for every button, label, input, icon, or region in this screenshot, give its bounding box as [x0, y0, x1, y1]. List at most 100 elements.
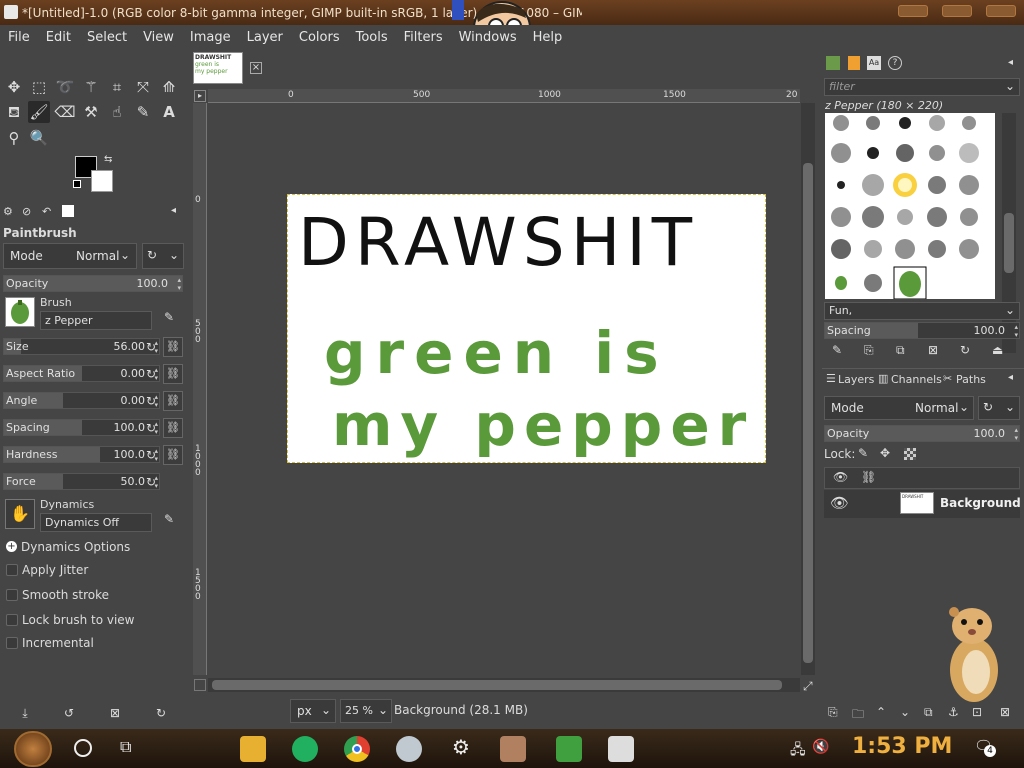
delete-options-icon[interactable]: ⊠ [106, 704, 124, 722]
duplicate-brush-icon[interactable]: ⧉ [896, 343, 905, 358]
tab-layers[interactable]: Layers [838, 373, 874, 386]
reset-size-icon[interactable]: ↻ [142, 338, 160, 356]
mode-combo[interactable]: Mode Normal ⌄ [3, 243, 137, 269]
spacing-slider[interactable]: Spacing 100.0 ▴ ▾ [3, 419, 160, 436]
duplicate-layer-icon[interactable]: ⧉ [924, 705, 933, 720]
layers-menu-icon[interactable]: ◂ [1008, 372, 1013, 383]
brush-name-field[interactable]: z Pepper [40, 311, 152, 330]
reset-angle-icon[interactable]: ↻ [142, 392, 160, 410]
notifications-icon[interactable]: 🗨 4 [974, 737, 996, 757]
device-status-tab-icon[interactable]: ⊘ [22, 205, 31, 218]
new-layer-group-icon[interactable]: 🗀 [852, 705, 864, 726]
close-tab-icon[interactable]: × [250, 62, 262, 74]
vertical-scrollbar[interactable] [801, 103, 815, 675]
menu-select[interactable]: Select [79, 30, 135, 45]
new-layer-icon[interactable]: ⎘ [828, 705, 838, 720]
menu-filters[interactable]: Filters [396, 30, 451, 45]
size-slider[interactable]: Size 56.00 ▴ ▾ [3, 338, 160, 355]
open-brush-icon[interactable]: ⏏ [992, 343, 1003, 357]
undo-history-tab-icon[interactable]: ↶ [42, 205, 51, 218]
gimp-taskbar-icon[interactable] [500, 736, 526, 762]
opacity-slider[interactable]: Opacity 100.0 ▴ ▾ [3, 275, 183, 292]
brush-spacing-slider[interactable]: Spacing 100.0 ▴ ▾ [824, 322, 1020, 339]
layer-visibility-eye-icon[interactable]: 👁 [830, 494, 849, 512]
swap-colors-icon[interactable]: ⇆ [104, 154, 112, 165]
layer-mode-combo[interactable]: Mode Normal ⌄ [824, 396, 974, 420]
lower-layer-icon[interactable]: ⌄ [900, 705, 910, 719]
link-hardness-icon[interactable]: ⛓ [163, 445, 183, 465]
hardness-slider[interactable]: Hardness 100.0 ▴ ▾ [3, 446, 160, 463]
link-size-icon[interactable]: ⛓ [163, 337, 183, 357]
start-button[interactable] [14, 731, 52, 767]
minimize-button[interactable] [898, 5, 928, 17]
mask-layer-icon[interactable]: ⊡ [972, 705, 982, 719]
link-aspect-icon[interactable]: ⛓ [163, 364, 183, 384]
color-picker-tool-icon[interactable]: ⚲ [3, 127, 25, 149]
rect-select-tool-icon[interactable]: ⬚ [28, 76, 50, 98]
lock-alpha-icon[interactable] [904, 448, 916, 460]
network-icon[interactable]: 🖧 [790, 739, 806, 763]
installer-app-icon[interactable] [556, 736, 582, 762]
incremental-checkbox[interactable] [6, 637, 18, 649]
delete-brush-icon[interactable]: ⊠ [928, 343, 938, 357]
menu-view[interactable]: View [135, 30, 182, 45]
layer-opacity-slider[interactable]: Opacity 100.0 ▴ ▾ [824, 425, 1020, 442]
raise-layer-icon[interactable]: ⌃ [876, 705, 886, 719]
edit-dynamics-icon[interactable]: ✎ [160, 510, 178, 528]
menu-image[interactable]: Image [182, 30, 239, 45]
navigate-icon[interactable] [194, 679, 206, 691]
horizontal-scrollbar[interactable] [208, 678, 800, 692]
brush-preview[interactable] [5, 297, 35, 327]
tool-options-tab-icon[interactable]: ⚙ [3, 205, 13, 218]
maximize-button[interactable] [942, 5, 972, 17]
refresh-brushes-icon[interactable]: ↻ [960, 343, 970, 357]
default-colors-icon[interactable] [73, 180, 81, 188]
settings-gear-icon[interactable]: ⚙ [452, 735, 470, 759]
messages-app-icon[interactable] [292, 736, 318, 762]
reset-options-icon[interactable]: ↻ [152, 704, 170, 722]
taskbar-clock[interactable]: 1:53 PM [852, 734, 952, 759]
edit-brush-button-icon[interactable]: ✎ [832, 343, 842, 357]
save-options-icon[interactable]: ⤓ [16, 704, 34, 722]
file-explorer-icon[interactable] [240, 736, 266, 762]
aspect-ratio-slider[interactable]: Aspect Ratio 0.00 ▴ ▾ [3, 365, 160, 382]
link-angle-icon[interactable]: ⛓ [163, 391, 183, 411]
brush-thumbnails[interactable] [825, 113, 995, 300]
panel-menu-icon[interactable]: ◂ [171, 205, 176, 216]
reset-aspect-icon[interactable]: ↻ [142, 365, 160, 383]
image-canvas[interactable]: DRAWSHIT green is my pepper [287, 194, 766, 463]
reset-force-icon[interactable]: ↻ [142, 473, 160, 491]
tab-channels[interactable]: Channels [891, 373, 942, 386]
images-tab-icon[interactable] [62, 205, 74, 217]
apply-jitter-checkbox[interactable] [6, 564, 18, 576]
eraser-tool-icon[interactable]: ⌫ [54, 101, 76, 123]
paths-tool-icon[interactable]: ✎ [132, 101, 154, 123]
quick-mask-icon[interactable]: ▸ [194, 90, 206, 102]
unit-select[interactable]: px ⌄ [290, 699, 336, 723]
lasso-tool-icon[interactable]: ➰ [54, 76, 76, 98]
menu-tools[interactable]: Tools [348, 30, 396, 45]
transform-tool-icon[interactable]: ⤧ [132, 76, 154, 98]
menu-colors[interactable]: Colors [291, 30, 348, 45]
new-brush-icon[interactable]: ⎘ [864, 343, 874, 358]
clone-tool-icon[interactable]: ⚒ [80, 101, 102, 123]
crop-tool-icon[interactable]: ⌗ [106, 76, 128, 98]
reset-hardness-icon[interactable]: ↻ [142, 446, 160, 464]
dynamics-options-expander[interactable]: Dynamics Options [21, 540, 130, 554]
dock-menu-icon[interactable]: ◂ [1008, 57, 1013, 68]
zoom-tool-icon[interactable]: 🔍 [28, 127, 50, 149]
brushes-tab-icon[interactable] [826, 56, 840, 70]
image-tab-thumbnail[interactable]: DRAWSHIT green is my pepper [193, 52, 243, 84]
zoom-fit-icon[interactable]: ⤢ [803, 679, 813, 694]
dynamics-field[interactable]: Dynamics Off [40, 513, 152, 532]
lock-position-icon[interactable]: ✥ [880, 446, 890, 460]
menu-edit[interactable]: Edit [38, 30, 79, 45]
angle-slider[interactable]: Angle 0.00 ▴ ▾ [3, 392, 160, 409]
bucket-fill-tool-icon[interactable]: ⛾ [3, 101, 25, 123]
task-view-icon[interactable]: ⧉ [120, 737, 131, 757]
smooth-stroke-checkbox[interactable] [6, 589, 18, 601]
restore-options-icon[interactable]: ↺ [60, 704, 78, 722]
expand-plus-icon[interactable]: + [6, 541, 17, 552]
warp-tool-icon[interactable]: ⟰ [158, 76, 180, 98]
menu-windows[interactable]: Windows [451, 30, 525, 45]
